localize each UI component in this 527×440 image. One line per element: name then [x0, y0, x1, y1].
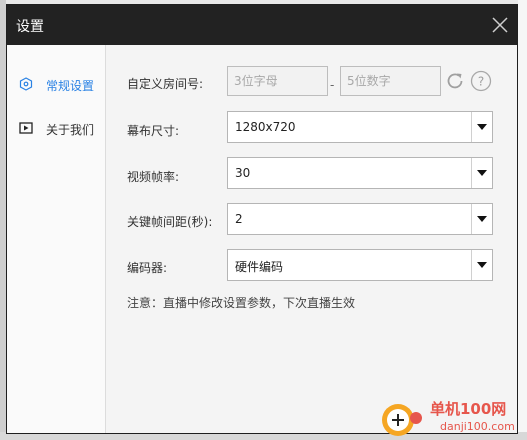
chevron-down-icon — [477, 170, 487, 176]
encoder-label: 编码器: — [127, 261, 168, 275]
room-number-label: 自定义房间号: — [127, 77, 204, 91]
dropdown-arrow — [471, 112, 492, 142]
frame-rate-value: 30 — [235, 166, 251, 180]
room-letters-input[interactable] — [227, 66, 328, 96]
watermark-logo-icon — [382, 404, 422, 436]
keyframe-interval-label: 关键帧间距(秒): — [127, 215, 213, 229]
chevron-down-icon — [477, 216, 487, 222]
watermark: 单机100网 danji100.com — [378, 396, 527, 440]
sidebar-item-general-settings[interactable]: 常规设置 — [7, 73, 105, 97]
screen-size-select[interactable]: 1280x720 — [227, 111, 493, 143]
screen-size-label: 幕布尺寸: — [127, 124, 180, 138]
encoder-value: 硬件编码 — [235, 260, 284, 274]
chevron-down-icon — [477, 262, 487, 268]
refresh-button[interactable] — [444, 70, 466, 92]
refresh-icon — [447, 73, 463, 89]
room-separator: - — [330, 78, 335, 92]
dropdown-arrow — [471, 250, 492, 280]
sidebar-item-label: 关于我们 — [46, 123, 95, 137]
svg-text:?: ? — [478, 75, 484, 89]
dropdown-arrow — [471, 158, 492, 188]
background-app-right — [518, 0, 527, 440]
help-button[interactable]: ? — [470, 70, 492, 92]
sidebar-item-label: 常规设置 — [46, 79, 95, 93]
dropdown-arrow — [471, 204, 492, 234]
room-digits-input[interactable] — [340, 66, 441, 96]
title-bar: 设置 — [7, 5, 517, 45]
keyframe-interval-select[interactable]: 2 — [227, 203, 493, 235]
settings-hex-icon — [19, 77, 33, 91]
screen-size-value: 1280x720 — [235, 120, 296, 134]
watermark-title: 单机100网 — [430, 400, 507, 418]
frame-rate-select[interactable]: 30 — [227, 157, 493, 189]
sidebar: 常规设置 关于我们 — [7, 45, 106, 433]
sidebar-item-about-us[interactable]: 关于我们 — [7, 117, 105, 141]
chevron-down-icon — [477, 124, 487, 130]
help-icon: ? — [470, 70, 492, 92]
frame-rate-label: 视频帧率: — [127, 170, 180, 184]
watermark-url: danji100.com — [440, 420, 515, 433]
settings-dialog: 设置 常规设置 关于我们 自定义房间号: - — [6, 4, 518, 434]
dialog-title: 设置 — [16, 19, 44, 35]
close-button[interactable] — [489, 14, 511, 36]
settings-note: 注意：直播中修改设置参数，下次直播生效 — [127, 296, 356, 310]
about-play-icon — [19, 122, 33, 134]
encoder-select[interactable]: 硬件编码 — [227, 249, 493, 281]
keyframe-interval-value: 2 — [235, 212, 243, 226]
close-icon — [492, 17, 508, 33]
